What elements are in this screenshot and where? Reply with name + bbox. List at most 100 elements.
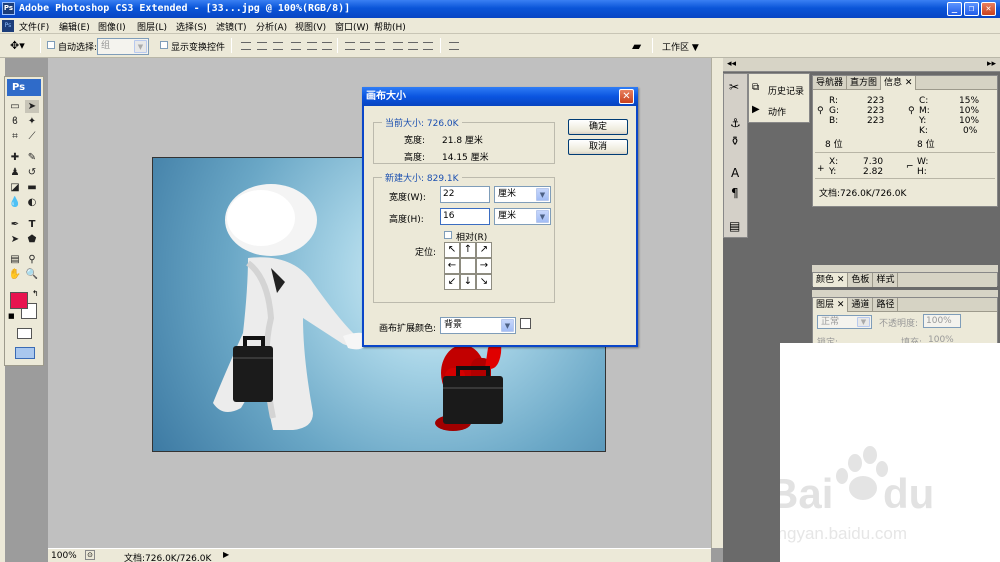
- magic-wand-icon[interactable]: ✦: [25, 115, 39, 128]
- default-colors-icon[interactable]: ■: [8, 312, 15, 320]
- auto-select-dropdown[interactable]: 组 ▼: [97, 38, 149, 55]
- healing-brush-icon[interactable]: ✚: [8, 151, 22, 164]
- pen-tool-icon[interactable]: ✒: [8, 218, 22, 231]
- collapse-dock-icon[interactable]: ◂◂: [727, 59, 736, 69]
- cancel-button[interactable]: 取消: [568, 139, 628, 155]
- crop-tool-icon[interactable]: ⌗: [8, 130, 22, 143]
- paragraph-icon[interactable]: ¶: [731, 186, 739, 200]
- anchor-bottom-left[interactable]: ↙: [444, 274, 460, 290]
- bridge-icon[interactable]: ▰: [632, 39, 641, 53]
- auto-align-icon[interactable]: [449, 42, 459, 50]
- distribute-hcenter-icon[interactable]: [408, 42, 418, 50]
- auto-select-checkbox[interactable]: [47, 40, 55, 50]
- close-window-button[interactable]: ✕: [981, 2, 996, 16]
- anchor-center[interactable]: [460, 258, 476, 274]
- history-brush-icon[interactable]: ↺: [25, 166, 39, 179]
- actions-label[interactable]: 动作: [768, 105, 786, 118]
- relative-checkbox[interactable]: [444, 230, 452, 240]
- move-tool-icon[interactable]: ➤: [25, 100, 39, 113]
- blur-tool-icon[interactable]: 💧: [8, 196, 22, 209]
- anchor-top[interactable]: ↑: [460, 242, 476, 258]
- clone-stamp-icon[interactable]: ♟: [8, 166, 22, 179]
- ps-menu-icon[interactable]: Ps: [2, 20, 14, 32]
- brushes-icon[interactable]: ⚓: [730, 116, 741, 130]
- ok-button[interactable]: 确定: [568, 119, 628, 135]
- restore-button[interactable]: ❐: [964, 2, 979, 16]
- distribute-vcenter-icon[interactable]: [360, 42, 370, 50]
- shape-tool-icon[interactable]: ⬟: [25, 233, 39, 246]
- eraser-tool-icon[interactable]: ◪: [8, 181, 22, 194]
- distribute-right-icon[interactable]: [423, 42, 433, 50]
- status-menu-icon[interactable]: ⊙: [85, 550, 95, 560]
- menu-help[interactable]: 帮助(H): [374, 20, 406, 33]
- menu-file[interactable]: 文件(F): [19, 20, 49, 33]
- menu-select[interactable]: 选择(S): [176, 20, 207, 33]
- align-top-icon[interactable]: [241, 42, 251, 50]
- menu-filter[interactable]: 滤镜(T): [216, 20, 247, 33]
- hand-tool-icon[interactable]: ✋: [8, 268, 22, 281]
- tab-histogram[interactable]: 直方图: [847, 76, 882, 90]
- menu-image[interactable]: 图像(I): [98, 20, 126, 33]
- tab-paths[interactable]: 路径: [873, 298, 899, 312]
- character-icon[interactable]: A: [731, 166, 739, 180]
- anchor-bottom[interactable]: ↓: [460, 274, 476, 290]
- anchor-top-left[interactable]: ↖: [444, 242, 460, 258]
- gradient-tool-icon[interactable]: ▬: [25, 181, 39, 194]
- swap-colors-icon[interactable]: ↰: [32, 289, 39, 298]
- anchor-bottom-right[interactable]: ↘: [476, 274, 492, 290]
- zoom-tool-icon[interactable]: 🔍: [25, 268, 39, 281]
- dodge-tool-icon[interactable]: ◐: [25, 196, 39, 209]
- menu-layer[interactable]: 图层(L): [137, 20, 167, 33]
- distribute-left-icon[interactable]: [393, 42, 403, 50]
- history-label[interactable]: 历史记录: [768, 84, 804, 97]
- vertical-scrollbar[interactable]: [711, 58, 723, 548]
- align-left-icon[interactable]: [291, 42, 301, 50]
- canvas-extension-color-dropdown[interactable]: 背景 ▼: [440, 317, 516, 334]
- tab-navigator[interactable]: 导航器: [813, 76, 848, 90]
- new-height-unit-dropdown[interactable]: 厘米 ▼: [494, 208, 551, 225]
- layer-comps-icon[interactable]: ▤: [729, 219, 740, 233]
- eyedropper-icon[interactable]: ⚲: [25, 253, 39, 266]
- type-tool-icon[interactable]: T: [25, 218, 39, 231]
- align-hcenter-icon[interactable]: [307, 42, 317, 50]
- expand-dock-icon[interactable]: ▸▸: [987, 59, 996, 69]
- tool-presets-icon[interactable]: ✂: [729, 80, 739, 94]
- dialog-close-button[interactable]: ✕: [619, 89, 634, 104]
- opacity-field[interactable]: 100%: [923, 314, 961, 328]
- align-vcenter-icon[interactable]: [257, 42, 267, 50]
- minimize-button[interactable]: _: [947, 2, 962, 16]
- show-transform-checkbox[interactable]: [160, 40, 168, 50]
- anchor-left[interactable]: ←: [444, 258, 460, 274]
- screen-mode-icon[interactable]: [15, 347, 35, 359]
- tab-layers[interactable]: 图层 ✕: [813, 298, 849, 312]
- menu-edit[interactable]: 编辑(E): [59, 20, 90, 33]
- distribute-bottom-icon[interactable]: [375, 42, 385, 50]
- menu-analysis[interactable]: 分析(A): [256, 20, 287, 33]
- tab-swatches[interactable]: 色板: [848, 273, 874, 287]
- menu-window[interactable]: 窗口(W): [335, 20, 369, 33]
- quick-mask-icon[interactable]: [17, 328, 32, 339]
- path-selection-icon[interactable]: ➤: [8, 233, 22, 246]
- new-height-input[interactable]: 16: [440, 208, 490, 225]
- tab-color[interactable]: 颜色 ✕: [813, 273, 849, 287]
- anchor-right[interactable]: →: [476, 258, 492, 274]
- tab-styles[interactable]: 样式: [873, 273, 899, 287]
- lasso-tool-icon[interactable]: ϐ: [8, 115, 22, 128]
- clone-source-icon[interactable]: ⚱: [730, 134, 740, 148]
- align-right-icon[interactable]: [322, 42, 332, 50]
- new-width-input[interactable]: 22: [440, 186, 490, 203]
- distribute-top-icon[interactable]: [345, 42, 355, 50]
- history-icon[interactable]: ⧉: [752, 82, 759, 93]
- blend-mode-dropdown[interactable]: 正常 ▼: [817, 315, 872, 329]
- foreground-color-swatch[interactable]: [10, 292, 28, 309]
- anchor-top-right[interactable]: ↗: [476, 242, 492, 258]
- extension-color-swatch[interactable]: [520, 318, 531, 329]
- notes-tool-icon[interactable]: ▤: [8, 253, 22, 266]
- align-bottom-icon[interactable]: [273, 42, 283, 50]
- brush-tool-icon[interactable]: ✎: [25, 151, 39, 164]
- status-arrow-icon[interactable]: ▶: [223, 550, 229, 559]
- zoom-level[interactable]: 100%: [51, 551, 77, 561]
- move-tool-icon[interactable]: ✥▾: [10, 39, 25, 52]
- tab-info[interactable]: 信息 ✕: [881, 76, 917, 90]
- menu-view[interactable]: 视图(V): [295, 20, 326, 33]
